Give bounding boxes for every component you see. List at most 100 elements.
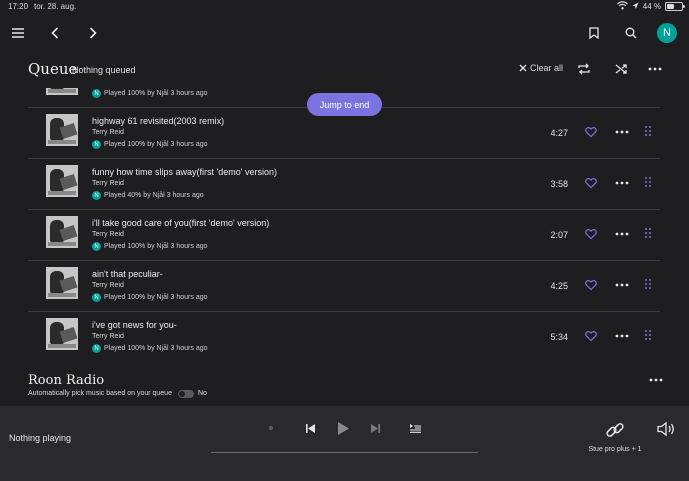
status-date: tor. 28. aug. — [34, 2, 77, 11]
album-art[interactable] — [46, 88, 78, 95]
track-row[interactable]: i've got news for you- Terry Reid N Played … — [28, 312, 660, 360]
drag-handle-icon[interactable] — [644, 227, 652, 239]
track-artist[interactable]: Terry Reid — [92, 231, 124, 238]
clear-all-button[interactable]: Clear all — [519, 63, 563, 73]
roon-radio-toggle[interactable] — [178, 390, 194, 398]
track-played-info: N Played 100% by Njål 3 hours ago — [92, 89, 208, 98]
back-arrow-icon[interactable] — [44, 22, 66, 44]
track-duration: 4:25 — [550, 281, 568, 291]
more-options-icon[interactable] — [615, 279, 629, 291]
queue-subtitle: Nothing queued — [72, 65, 136, 75]
wifi-icon — [616, 1, 628, 12]
drag-handle-icon[interactable] — [644, 125, 652, 137]
more-options-icon[interactable] — [615, 177, 629, 189]
queue-track-list[interactable]: Terry ReidNPlayed 100% by Njål 3 hours a… — [0, 88, 689, 360]
drag-handle-icon[interactable] — [644, 329, 652, 341]
user-avatar: N — [92, 191, 101, 200]
track-played-info: N Played 40% by Njål 3 hours ago — [92, 191, 204, 200]
track-played-info: N Played 100% by Njål 3 hours ago — [92, 293, 208, 302]
album-art[interactable] — [46, 318, 78, 350]
track-played-info: N Played 100% by Njål 3 hours ago — [92, 242, 208, 251]
bookmark-icon[interactable] — [583, 22, 605, 44]
more-options-icon[interactable] — [615, 330, 629, 342]
heart-icon[interactable] — [585, 330, 597, 342]
now-playing-text: Nothing playing — [9, 433, 72, 443]
user-avatar: N — [92, 242, 101, 251]
repeat-icon[interactable] — [574, 59, 594, 79]
radio-dot-icon[interactable] — [263, 420, 279, 436]
location-icon — [632, 2, 639, 12]
played-text: Played 40% by Njål 3 hours ago — [104, 192, 204, 199]
volume-icon[interactable] — [657, 421, 677, 439]
user-avatar: N — [92, 293, 101, 302]
more-options-icon[interactable] — [645, 59, 665, 79]
play-icon[interactable] — [334, 419, 352, 437]
track-row[interactable]: ain't that peculiar- Terry Reid N Played 10… — [28, 261, 660, 312]
queue-header: Queue Nothing queued Clear all — [0, 56, 689, 86]
hamburger-menu-icon[interactable] — [7, 22, 29, 44]
more-options-icon[interactable] — [615, 126, 629, 138]
album-art[interactable] — [46, 114, 78, 146]
played-text: Played 100% by Njål 3 hours ago — [104, 141, 208, 148]
progress-track[interactable] — [211, 452, 478, 453]
radio-more-options-icon[interactable] — [648, 374, 664, 386]
heart-icon[interactable] — [585, 126, 597, 138]
track-title[interactable]: i've got news for you- — [92, 320, 177, 330]
track-duration: 3:58 — [550, 179, 568, 189]
next-track-icon[interactable] — [367, 420, 383, 436]
played-text: Played 100% by Njål 3 hours ago — [104, 243, 208, 250]
user-avatar: N — [92, 140, 101, 149]
album-art[interactable] — [46, 165, 78, 197]
track-title[interactable]: highway 61 revisited(2003 remix) — [92, 116, 224, 126]
track-played-info: N Played 100% by Njål 3 hours ago — [92, 140, 208, 149]
roon-radio-description: Automatically pick music based on your q… — [28, 390, 172, 397]
heart-icon[interactable] — [585, 177, 597, 189]
roon-radio-section: Roon Radio Automatically pick music base… — [0, 360, 689, 406]
jump-to-end-button[interactable]: Jump to end — [307, 93, 382, 116]
track-title[interactable]: funny how time slips away(first 'demo' v… — [92, 167, 277, 177]
album-art[interactable] — [46, 216, 78, 248]
zone-name[interactable]: Stue pro plus + 1 — [585, 445, 645, 454]
search-icon[interactable] — [620, 22, 642, 44]
queue-list-icon[interactable] — [407, 420, 423, 436]
shuffle-icon[interactable] — [611, 59, 631, 79]
user-avatar: N — [92, 89, 101, 98]
forward-arrow-icon[interactable] — [82, 22, 104, 44]
link-chain-icon[interactable] — [605, 420, 627, 440]
previous-track-icon[interactable] — [302, 420, 318, 436]
played-text: Played 100% by Njål 3 hours ago — [104, 345, 208, 352]
track-row[interactable]: funny how time slips away(first 'demo' v… — [28, 159, 660, 210]
track-artist[interactable]: Terry Reid — [92, 180, 124, 187]
track-artist[interactable]: Terry Reid — [92, 129, 124, 136]
battery-percent: 44 % — [642, 2, 661, 11]
drag-handle-icon[interactable] — [644, 278, 652, 290]
track-title[interactable]: i'll take good care of you(first 'demo' … — [92, 218, 269, 228]
close-icon — [519, 64, 527, 72]
album-art[interactable] — [46, 267, 78, 299]
played-text: Played 100% by Njål 3 hours ago — [104, 90, 208, 97]
heart-icon[interactable] — [585, 279, 597, 291]
top-nav: N — [0, 16, 689, 50]
roon-radio-toggle-label: No — [198, 390, 207, 397]
now-playing-bar: Nothing playing Stue pro plus + 1 — [0, 406, 689, 481]
status-bar: 17:20 tor. 28. aug. 44 % — [0, 0, 689, 14]
track-played-info: N Played 100% by Njål 3 hours ago — [92, 344, 208, 353]
drag-handle-icon[interactable] — [644, 176, 652, 188]
queue-title: Queue — [28, 60, 78, 78]
track-artist[interactable]: Terry Reid — [92, 282, 124, 289]
profile-avatar[interactable]: N — [657, 23, 677, 43]
track-duration: 4:27 — [550, 128, 568, 138]
roon-radio-title: Roon Radio — [28, 373, 105, 388]
track-artist[interactable]: Terry Reid — [92, 333, 124, 340]
battery-fill — [667, 4, 674, 9]
heart-icon[interactable] — [585, 228, 597, 240]
played-text: Played 100% by Njål 3 hours ago — [104, 294, 208, 301]
track-duration: 5:34 — [550, 332, 568, 342]
more-options-icon[interactable] — [615, 228, 629, 240]
battery-icon — [665, 2, 685, 11]
status-right: 44 % — [616, 1, 685, 12]
user-avatar: N — [92, 344, 101, 353]
track-duration: 2:07 — [550, 230, 568, 240]
track-row[interactable]: i'll take good care of you(first 'demo' … — [28, 210, 660, 261]
track-title[interactable]: ain't that peculiar- — [92, 269, 163, 279]
